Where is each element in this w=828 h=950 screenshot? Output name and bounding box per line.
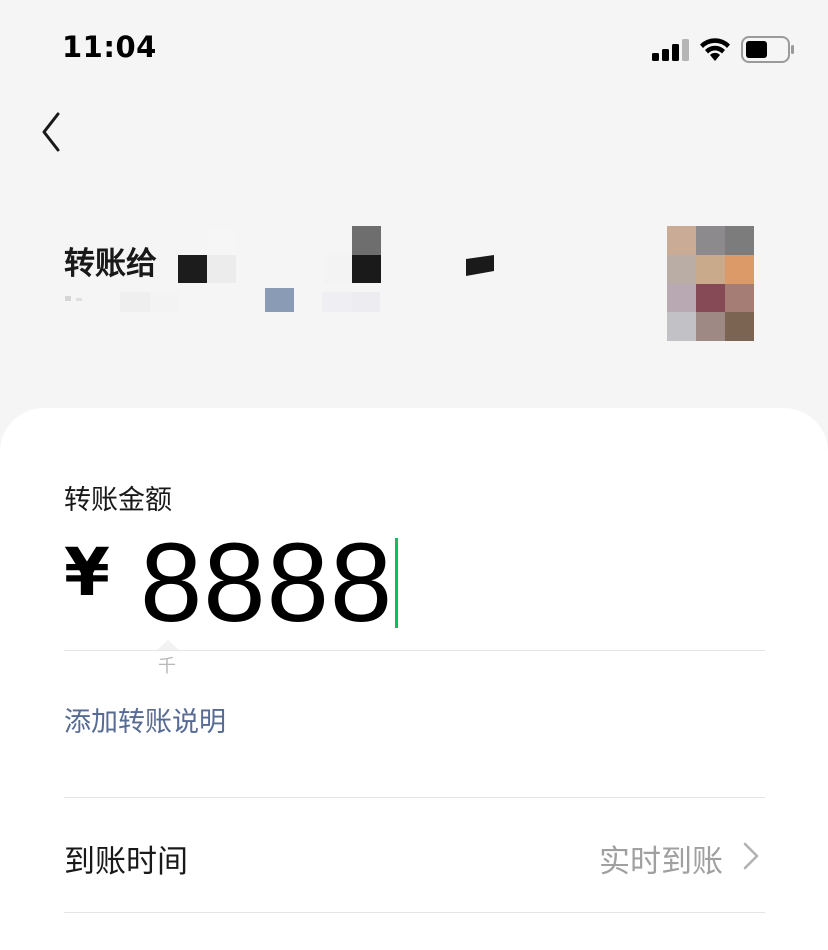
wifi-icon <box>700 38 730 61</box>
text-caret <box>395 538 399 628</box>
chevron-right-icon <box>743 842 759 870</box>
status-time: 11:04 <box>62 30 157 64</box>
amount-value: 8888 <box>140 520 394 645</box>
row-divider-bottom <box>64 912 765 913</box>
transfer-screen: 11:04 转账给 转账金额 ¥ 8888 千 添加转账说明 到账时间 实时到账 <box>0 0 828 950</box>
arrival-time-row[interactable]: 到账时间 实时到账 <box>64 798 765 912</box>
cellular-signal-icon <box>652 39 689 61</box>
back-button[interactable] <box>30 108 74 156</box>
recipient-avatar <box>667 226 754 341</box>
arrival-time-value: 实时到账 <box>599 844 723 880</box>
chevron-left-icon <box>42 112 60 152</box>
amount-label: 转账金额 <box>64 485 172 516</box>
unit-hint-arrow <box>157 640 179 650</box>
arrival-time-label: 到账时间 <box>64 844 188 880</box>
amount-divider <box>64 650 765 651</box>
add-transfer-note-link[interactable]: 添加转账说明 <box>64 700 226 739</box>
battery-icon <box>741 36 794 63</box>
unit-hint: 千 <box>158 656 176 677</box>
recipient-account-pixelated <box>65 288 380 312</box>
recipient-label: 转账给 <box>64 246 157 282</box>
amount-input[interactable]: 8888 <box>140 520 399 645</box>
currency-symbol: ¥ <box>64 534 110 611</box>
